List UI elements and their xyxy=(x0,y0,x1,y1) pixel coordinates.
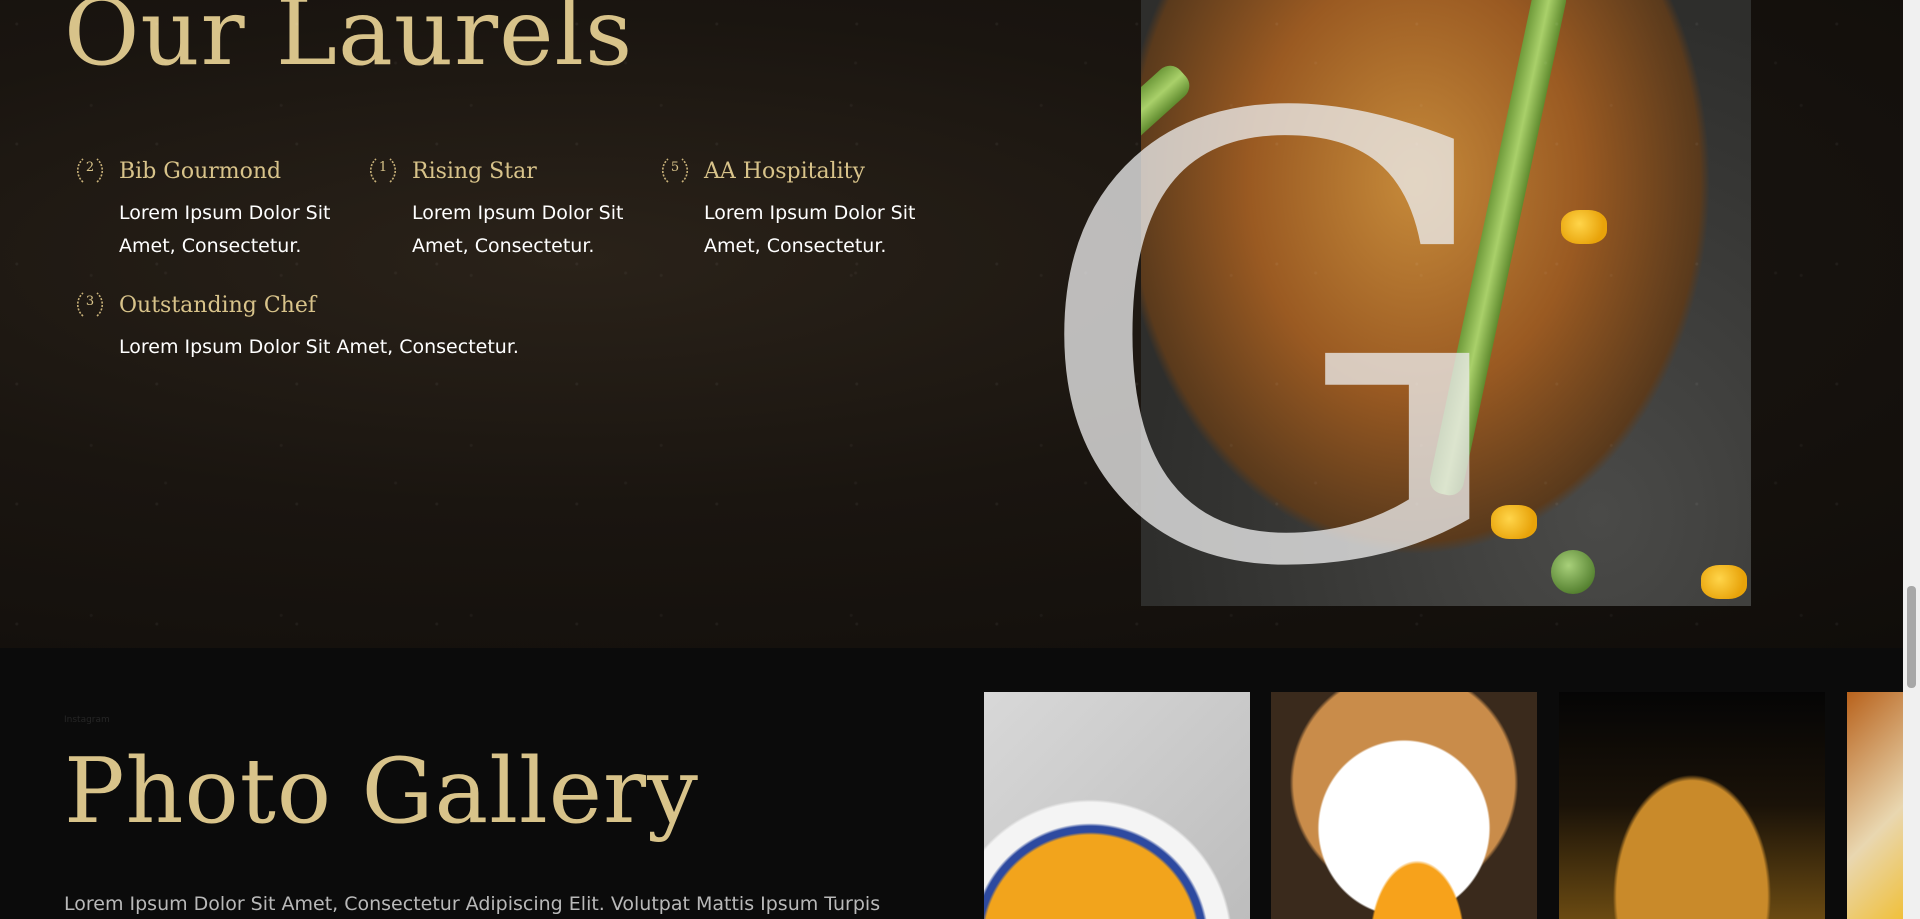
award-rank: 3 xyxy=(85,294,95,309)
gallery-image-egg-toast[interactable] xyxy=(1271,692,1537,919)
laurels-title: Our Laurels xyxy=(64,0,634,86)
award-name: Rising Star xyxy=(412,159,537,184)
award-rank: 1 xyxy=(378,160,388,175)
gallery-title: Photo Gallery xyxy=(64,739,699,844)
award-description: Lorem Ipsum Dolor Sit Amet, Consectetur. xyxy=(119,202,331,257)
gallery-image-soup[interactable] xyxy=(984,692,1250,919)
gallery-image-partial[interactable] xyxy=(1847,692,1903,919)
award-rank: 5 xyxy=(670,160,680,175)
decorative-letter: G xyxy=(1030,0,1518,700)
gallery-section: Instagram Photo Gallery Lorem Ipsum Dolo… xyxy=(0,648,1903,919)
award-description: Lorem Ipsum Dolor Sit Amet, Consectetur. xyxy=(704,202,916,257)
award-name: AA Hospitality xyxy=(704,159,865,184)
gallery-label: Instagram xyxy=(64,715,110,725)
award-rank: 2 xyxy=(85,160,95,175)
award-description: Lorem Ipsum Dolor Sit Amet, Consectetur. xyxy=(412,202,624,257)
award-name: Bib Gourmond xyxy=(119,159,282,184)
gallery-description: Lorem Ipsum Dolor Sit Amet, Consectetur … xyxy=(64,893,881,915)
page-scrollbar[interactable] xyxy=(1903,0,1920,919)
award-name: Outstanding Chef xyxy=(119,293,316,318)
gallery-image-drink[interactable] xyxy=(1559,692,1825,919)
scrollbar-thumb[interactable] xyxy=(1907,586,1916,688)
laurels-section: Our Laurels 2 Bib Gourmond Lorem Ipsum D… xyxy=(0,0,1903,700)
award-description: Lorem Ipsum Dolor Sit Amet, Consectetur. xyxy=(119,336,519,358)
